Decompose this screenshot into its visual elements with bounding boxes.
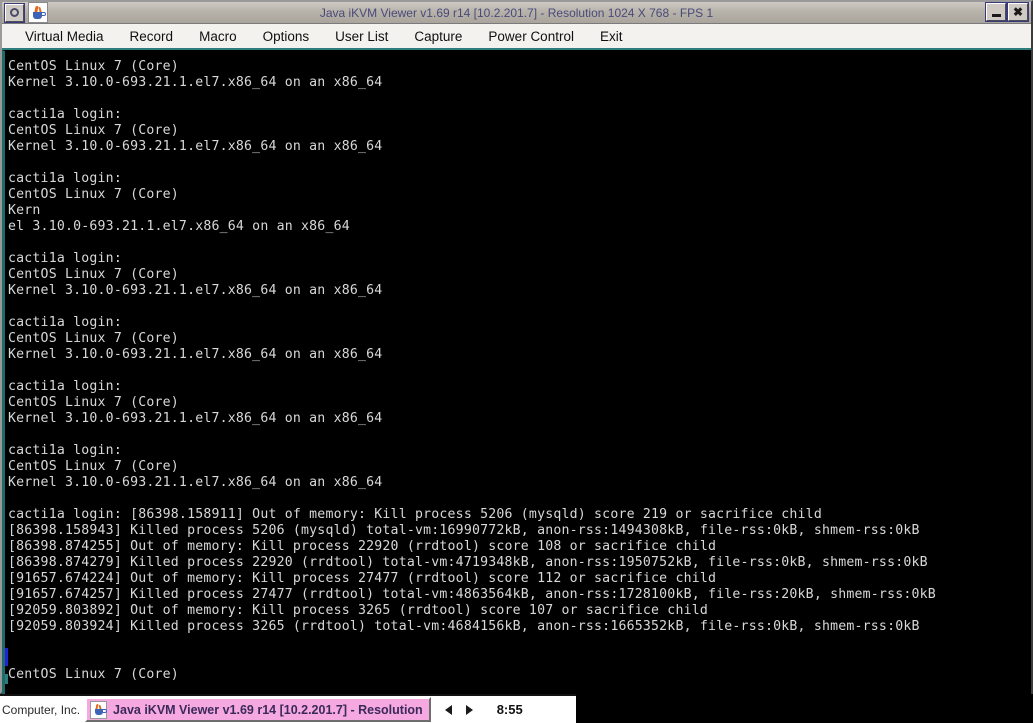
console-edge-marker [5,648,8,666]
console-line: Kernel 3.10.0-693.21.1.el7.x86_64 on an … [8,75,1031,91]
console-line: CentOS Linux 7 (Core) [8,267,1031,283]
console-line: [92059.803892] Out of memory: Kill proce… [8,603,1031,619]
console-line: cacti1a login: [86398.158911] Out of mem… [8,507,1031,523]
console-line: [86398.874279] Killed process 22920 (rrd… [8,555,1031,571]
menu-item-record[interactable]: Record [117,27,187,46]
cup-icon [33,12,42,19]
window-controls: ✖ [986,3,1028,21]
console-line: Kernel 3.10.0-693.21.1.el7.x86_64 on an … [8,347,1031,363]
menu-item-virtual-media[interactable]: Virtual Media [12,27,117,46]
taskbar-task-label: Java iKVM Viewer v1.69 r14 [10.2.201.7] … [113,703,423,717]
console-line: [86398.874255] Out of memory: Kill proce… [8,539,1031,555]
console-line: el 3.10.0-693.21.1.el7.x86_64 on an x86_… [8,219,1031,235]
desktop-taskbar: Computer, Inc. Java iKVM Viewer v1.69 r1… [0,694,576,723]
console-line: cacti1a login: [8,171,1031,187]
window-title: Java iKVM Viewer v1.69 r14 [10.2.201.7] … [2,6,1031,20]
main-menubar: Virtual Media Record Macro Options User … [2,24,1031,50]
console-line: Kernel 3.10.0-693.21.1.el7.x86_64 on an … [8,139,1031,155]
console-line: CentOS Linux 7 (Core) [8,331,1031,347]
console-line: CentOS Linux 7 (Core) [8,667,1031,683]
console-line: CentOS Linux 7 (Core) [8,123,1031,139]
menu-item-exit[interactable]: Exit [587,27,636,46]
console-line: CentOS Linux 7 (Core) [8,459,1031,475]
screen-root: Java iKVM Viewer v1.69 r14 [10.2.201.7] … [0,0,1033,723]
taskbar-nav-arrows [445,705,473,715]
console-line: [86398.158943] Killed process 5206 (mysq… [8,523,1031,539]
console-line [8,91,1031,107]
console-line: Kernel 3.10.0-693.21.1.el7.x86_64 on an … [8,411,1031,427]
menu-item-macro[interactable]: Macro [186,27,250,46]
console-line [8,235,1031,251]
console-output: CentOS Linux 7 (Core)Kernel 3.10.0-693.2… [8,59,1031,683]
minimize-icon [992,14,1001,17]
taskbar-clock[interactable]: 8:55 [497,702,523,717]
ikvm-viewer-window: Java iKVM Viewer v1.69 r14 [10.2.201.7] … [0,0,1033,694]
minimize-button[interactable] [986,3,1006,21]
taskbar-task-button-ikvm[interactable]: Java iKVM Viewer v1.69 r14 [10.2.201.7] … [85,697,431,722]
console-line: [92059.803924] Killed process 3265 (rrdt… [8,619,1031,635]
menu-item-power-control[interactable]: Power Control [475,27,587,46]
close-icon: ✖ [1013,7,1023,17]
console-line: cacti1a login: [8,107,1031,123]
window-titlebar[interactable]: Java iKVM Viewer v1.69 r14 [10.2.201.7] … [2,2,1031,24]
console-line: CentOS Linux 7 (Core) [8,59,1031,75]
console-line: CentOS Linux 7 (Core) [8,395,1031,411]
steam-icon [95,704,98,709]
java-coffee-cup-icon [90,701,107,719]
console-line: cacti1a login: [8,251,1031,267]
console-line: cacti1a login: [8,379,1031,395]
console-line: Kern [8,203,1031,219]
console-line: cacti1a login: [8,443,1031,459]
remote-console-viewport[interactable]: CentOS Linux 7 (Core)Kernel 3.10.0-693.2… [2,50,1031,694]
menu-item-capture[interactable]: Capture [401,27,475,46]
menu-item-user-list[interactable]: User List [322,27,401,46]
console-edge-marker [5,674,8,684]
console-line: [91657.674257] Killed process 27477 (rrd… [8,587,1031,603]
steam-icon [98,705,101,709]
console-line [8,363,1031,379]
console-line [8,491,1031,507]
steam-icon [38,7,41,12]
arrow-right-icon[interactable] [466,705,473,715]
console-line: cacti1a login: [8,315,1031,331]
console-line [8,635,1031,651]
java-coffee-cup-icon [28,2,48,23]
console-line: Kernel 3.10.0-693.21.1.el7.x86_64 on an … [8,475,1031,491]
close-button[interactable]: ✖ [1008,3,1028,21]
console-line: CentOS Linux 7 (Core) [8,187,1031,203]
taskbar-vendor-text: Computer, Inc. [0,703,80,717]
arrow-left-icon[interactable] [445,705,452,715]
system-menu-icon [10,8,19,17]
console-line [8,427,1031,443]
system-menu-button[interactable] [5,4,24,22]
console-line: [91657.674224] Out of memory: Kill proce… [8,571,1031,587]
console-line [8,299,1031,315]
console-line: Kernel 3.10.0-693.21.1.el7.x86_64 on an … [8,283,1031,299]
console-line [8,155,1031,171]
console-line [8,651,1031,667]
cup-icon [95,709,103,715]
menu-item-options[interactable]: Options [250,27,323,46]
